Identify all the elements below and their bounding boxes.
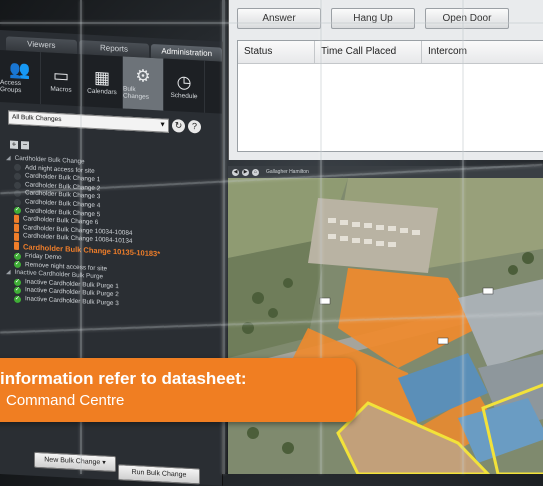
datasheet-callout: information refer to datasheet: Command … (0, 358, 356, 422)
access-groups-button[interactable]: 👥 Access Groups (0, 50, 41, 105)
schedule-label: Schedule (170, 91, 198, 100)
calendar-icon: ▦ (93, 67, 111, 88)
check-status-icon: ✓ (14, 261, 21, 269)
back-icon[interactable]: ◀ (232, 168, 239, 176)
new-bulk-change-label: New Bulk Change (44, 456, 101, 467)
modified-status-icon (14, 223, 19, 233)
macros-label: Macros (50, 85, 72, 94)
check-status-icon: ✓ (14, 278, 21, 286)
callout-subtitle: Command Centre (6, 392, 125, 409)
bulk-changes-icon: ⚙ (135, 66, 151, 86)
new-bulk-change-button[interactable]: New Bulk Change ▾ (34, 451, 116, 473)
open-door-button[interactable]: Open Door (425, 8, 509, 29)
calendars-label: Calendars (87, 87, 117, 96)
column-status[interactable]: Status (238, 41, 315, 63)
collapse-arrow-icon: ◢ (6, 155, 11, 162)
camera-icon[interactable] (482, 287, 494, 295)
site-aerial-map[interactable] (228, 178, 543, 474)
collapse-all-button[interactable]: − (21, 140, 29, 150)
bulk-change-filter-select[interactable]: All Bulk Changes ▼ (8, 110, 169, 133)
answer-button[interactable]: Answer (237, 8, 321, 29)
expand-all-button[interactable]: + (10, 139, 18, 149)
column-time-call-placed[interactable]: Time Call Placed (315, 41, 422, 63)
calls-table: Status Time Call Placed Intercom (237, 40, 543, 152)
schedule-button[interactable]: ◷ Schedule (164, 58, 205, 113)
admin-toolbar: 👥 Access Groups ▭ Macros ▦ Calendars ⚙ B… (0, 50, 222, 114)
dropdown-arrow-icon: ▾ (102, 459, 106, 467)
run-bulk-change-button[interactable]: Run Bulk Change (118, 464, 200, 485)
check-status-icon: ✓ (14, 252, 21, 260)
macros-button[interactable]: ▭ Macros (41, 52, 82, 107)
minus-icon: − (22, 140, 28, 150)
callout-title: information refer to datasheet: (0, 369, 247, 388)
chevron-down-icon: ▼ (159, 121, 166, 129)
table-header: Status Time Call Placed Intercom (238, 41, 543, 64)
collapse-arrow-icon: ◢ (6, 269, 11, 276)
access-groups-icon: 👥 (9, 59, 31, 80)
home-icon[interactable]: ⌂ (252, 168, 259, 176)
check-status-icon: ✓ (14, 295, 21, 303)
tree-controls: + − (10, 139, 29, 150)
grid-line (462, 0, 464, 474)
refresh-button[interactable]: ↻ (172, 119, 185, 133)
camera-icon[interactable] (437, 337, 449, 345)
column-intercom[interactable]: Intercom (422, 41, 543, 63)
help-button[interactable]: ? (188, 119, 201, 134)
modified-status-icon (14, 215, 19, 224)
calendars-button[interactable]: ▦ Calendars (82, 54, 123, 109)
check-status-icon: ✓ (14, 207, 21, 215)
pending-status-icon (14, 172, 21, 181)
modified-status-icon (14, 232, 19, 241)
intercom-call-window: Answer Hang Up Open Door Status Time Cal… (228, 0, 543, 160)
clock-icon: ◷ (176, 71, 192, 92)
call-toolbar: Answer Hang Up Open Door (229, 8, 543, 30)
plus-icon: + (11, 139, 17, 149)
forward-icon[interactable]: ▶ (242, 168, 249, 176)
bulk-changes-button[interactable]: ⚙ Bulk Changes (123, 56, 164, 111)
check-status-icon: ✓ (14, 286, 21, 295)
bulk-change-tree: ◢ Cardholder Bulk Change Add night acces… (6, 154, 216, 314)
map-title: Gallagher Hamilton (266, 169, 309, 175)
pending-status-icon (14, 198, 21, 206)
pending-status-icon (14, 164, 21, 172)
pending-status-icon (14, 181, 21, 189)
refresh-icon: ↻ (174, 120, 183, 131)
bulk-changes-label: Bulk Changes (123, 85, 150, 101)
macros-icon: ▭ (52, 65, 70, 86)
access-groups-label: Access Groups (0, 79, 22, 95)
hang-up-button[interactable]: Hang Up (331, 8, 415, 29)
help-icon: ? (191, 121, 197, 132)
filter-selected-value: All Bulk Changes (12, 113, 62, 124)
modified-status-icon (14, 242, 19, 251)
